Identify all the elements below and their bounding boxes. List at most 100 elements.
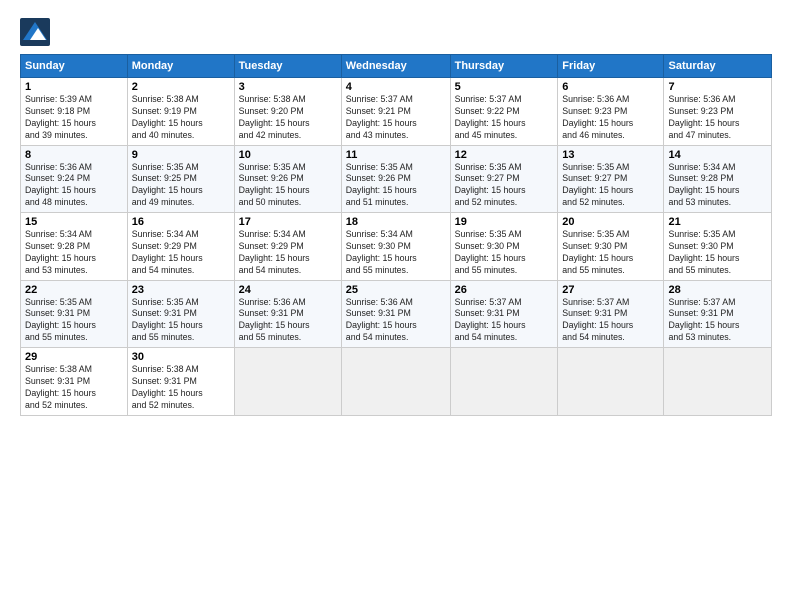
day-number: 19 bbox=[455, 216, 554, 228]
calendar-cell: 13Sunrise: 5:35 AMSunset: 9:27 PMDayligh… bbox=[558, 145, 664, 213]
day-number: 29 bbox=[25, 351, 123, 363]
logo-icon bbox=[20, 18, 50, 46]
day-number: 26 bbox=[455, 284, 554, 296]
day-number: 21 bbox=[668, 216, 767, 228]
day-number: 25 bbox=[346, 284, 446, 296]
calendar-week-row: 22Sunrise: 5:35 AMSunset: 9:31 PMDayligh… bbox=[21, 280, 772, 348]
day-number: 18 bbox=[346, 216, 446, 228]
calendar-cell: 7Sunrise: 5:36 AMSunset: 9:23 PMDaylight… bbox=[664, 78, 772, 146]
day-number: 9 bbox=[132, 149, 230, 161]
calendar-cell: 17Sunrise: 5:34 AMSunset: 9:29 PMDayligh… bbox=[234, 213, 341, 281]
day-number: 11 bbox=[346, 149, 446, 161]
calendar-cell: 12Sunrise: 5:35 AMSunset: 9:27 PMDayligh… bbox=[450, 145, 558, 213]
day-number: 12 bbox=[455, 149, 554, 161]
day-number: 2 bbox=[132, 81, 230, 93]
day-number: 20 bbox=[562, 216, 659, 228]
day-details: Sunrise: 5:38 AMSunset: 9:20 PMDaylight:… bbox=[239, 94, 337, 142]
day-details: Sunrise: 5:36 AMSunset: 9:31 PMDaylight:… bbox=[239, 297, 337, 345]
day-of-week-header: Monday bbox=[127, 55, 234, 78]
day-of-week-header: Sunday bbox=[21, 55, 128, 78]
calendar-cell: 14Sunrise: 5:34 AMSunset: 9:28 PMDayligh… bbox=[664, 145, 772, 213]
day-details: Sunrise: 5:37 AMSunset: 9:22 PMDaylight:… bbox=[455, 94, 554, 142]
calendar-cell: 1Sunrise: 5:39 AMSunset: 9:18 PMDaylight… bbox=[21, 78, 128, 146]
calendar-cell bbox=[341, 348, 450, 416]
day-details: Sunrise: 5:38 AMSunset: 9:31 PMDaylight:… bbox=[25, 364, 123, 412]
day-details: Sunrise: 5:37 AMSunset: 9:31 PMDaylight:… bbox=[455, 297, 554, 345]
day-details: Sunrise: 5:34 AMSunset: 9:28 PMDaylight:… bbox=[25, 229, 123, 277]
day-number: 15 bbox=[25, 216, 123, 228]
day-number: 1 bbox=[25, 81, 123, 93]
calendar-cell: 18Sunrise: 5:34 AMSunset: 9:30 PMDayligh… bbox=[341, 213, 450, 281]
day-details: Sunrise: 5:34 AMSunset: 9:28 PMDaylight:… bbox=[668, 162, 767, 210]
day-number: 17 bbox=[239, 216, 337, 228]
calendar-week-row: 29Sunrise: 5:38 AMSunset: 9:31 PMDayligh… bbox=[21, 348, 772, 416]
day-number: 5 bbox=[455, 81, 554, 93]
calendar-cell: 25Sunrise: 5:36 AMSunset: 9:31 PMDayligh… bbox=[341, 280, 450, 348]
calendar-table: SundayMondayTuesdayWednesdayThursdayFrid… bbox=[20, 54, 772, 416]
day-number: 6 bbox=[562, 81, 659, 93]
day-details: Sunrise: 5:35 AMSunset: 9:30 PMDaylight:… bbox=[668, 229, 767, 277]
calendar-cell: 24Sunrise: 5:36 AMSunset: 9:31 PMDayligh… bbox=[234, 280, 341, 348]
calendar-cell bbox=[664, 348, 772, 416]
day-number: 23 bbox=[132, 284, 230, 296]
calendar-cell: 21Sunrise: 5:35 AMSunset: 9:30 PMDayligh… bbox=[664, 213, 772, 281]
day-number: 8 bbox=[25, 149, 123, 161]
calendar-week-row: 15Sunrise: 5:34 AMSunset: 9:28 PMDayligh… bbox=[21, 213, 772, 281]
calendar-cell: 8Sunrise: 5:36 AMSunset: 9:24 PMDaylight… bbox=[21, 145, 128, 213]
calendar-cell: 11Sunrise: 5:35 AMSunset: 9:26 PMDayligh… bbox=[341, 145, 450, 213]
calendar-cell: 5Sunrise: 5:37 AMSunset: 9:22 PMDaylight… bbox=[450, 78, 558, 146]
header bbox=[20, 18, 772, 46]
calendar-cell: 10Sunrise: 5:35 AMSunset: 9:26 PMDayligh… bbox=[234, 145, 341, 213]
day-details: Sunrise: 5:36 AMSunset: 9:31 PMDaylight:… bbox=[346, 297, 446, 345]
day-details: Sunrise: 5:37 AMSunset: 9:31 PMDaylight:… bbox=[668, 297, 767, 345]
calendar-cell: 3Sunrise: 5:38 AMSunset: 9:20 PMDaylight… bbox=[234, 78, 341, 146]
day-details: Sunrise: 5:36 AMSunset: 9:23 PMDaylight:… bbox=[668, 94, 767, 142]
day-number: 28 bbox=[668, 284, 767, 296]
day-details: Sunrise: 5:36 AMSunset: 9:24 PMDaylight:… bbox=[25, 162, 123, 210]
day-details: Sunrise: 5:38 AMSunset: 9:31 PMDaylight:… bbox=[132, 364, 230, 412]
calendar-cell: 29Sunrise: 5:38 AMSunset: 9:31 PMDayligh… bbox=[21, 348, 128, 416]
day-details: Sunrise: 5:35 AMSunset: 9:31 PMDaylight:… bbox=[25, 297, 123, 345]
day-number: 7 bbox=[668, 81, 767, 93]
day-number: 27 bbox=[562, 284, 659, 296]
day-number: 30 bbox=[132, 351, 230, 363]
day-details: Sunrise: 5:34 AMSunset: 9:30 PMDaylight:… bbox=[346, 229, 446, 277]
calendar-cell bbox=[234, 348, 341, 416]
day-details: Sunrise: 5:38 AMSunset: 9:19 PMDaylight:… bbox=[132, 94, 230, 142]
day-number: 14 bbox=[668, 149, 767, 161]
day-details: Sunrise: 5:35 AMSunset: 9:31 PMDaylight:… bbox=[132, 297, 230, 345]
day-number: 16 bbox=[132, 216, 230, 228]
calendar-body: 1Sunrise: 5:39 AMSunset: 9:18 PMDaylight… bbox=[21, 78, 772, 416]
day-details: Sunrise: 5:37 AMSunset: 9:21 PMDaylight:… bbox=[346, 94, 446, 142]
day-details: Sunrise: 5:35 AMSunset: 9:27 PMDaylight:… bbox=[455, 162, 554, 210]
calendar-cell: 9Sunrise: 5:35 AMSunset: 9:25 PMDaylight… bbox=[127, 145, 234, 213]
calendar-week-row: 1Sunrise: 5:39 AMSunset: 9:18 PMDaylight… bbox=[21, 78, 772, 146]
day-number: 24 bbox=[239, 284, 337, 296]
calendar-cell: 15Sunrise: 5:34 AMSunset: 9:28 PMDayligh… bbox=[21, 213, 128, 281]
page: SundayMondayTuesdayWednesdayThursdayFrid… bbox=[0, 0, 792, 612]
day-of-week-header: Wednesday bbox=[341, 55, 450, 78]
day-of-week-header: Thursday bbox=[450, 55, 558, 78]
day-of-week-header: Friday bbox=[558, 55, 664, 78]
day-of-week-header: Tuesday bbox=[234, 55, 341, 78]
calendar-cell: 23Sunrise: 5:35 AMSunset: 9:31 PMDayligh… bbox=[127, 280, 234, 348]
calendar-cell: 26Sunrise: 5:37 AMSunset: 9:31 PMDayligh… bbox=[450, 280, 558, 348]
day-details: Sunrise: 5:34 AMSunset: 9:29 PMDaylight:… bbox=[239, 229, 337, 277]
day-details: Sunrise: 5:35 AMSunset: 9:30 PMDaylight:… bbox=[455, 229, 554, 277]
calendar-cell bbox=[450, 348, 558, 416]
calendar-cell: 2Sunrise: 5:38 AMSunset: 9:19 PMDaylight… bbox=[127, 78, 234, 146]
day-number: 3 bbox=[239, 81, 337, 93]
day-details: Sunrise: 5:39 AMSunset: 9:18 PMDaylight:… bbox=[25, 94, 123, 142]
day-details: Sunrise: 5:35 AMSunset: 9:27 PMDaylight:… bbox=[562, 162, 659, 210]
calendar-cell: 19Sunrise: 5:35 AMSunset: 9:30 PMDayligh… bbox=[450, 213, 558, 281]
day-details: Sunrise: 5:36 AMSunset: 9:23 PMDaylight:… bbox=[562, 94, 659, 142]
calendar-header-row: SundayMondayTuesdayWednesdayThursdayFrid… bbox=[21, 55, 772, 78]
calendar-cell: 16Sunrise: 5:34 AMSunset: 9:29 PMDayligh… bbox=[127, 213, 234, 281]
calendar-week-row: 8Sunrise: 5:36 AMSunset: 9:24 PMDaylight… bbox=[21, 145, 772, 213]
calendar-cell: 6Sunrise: 5:36 AMSunset: 9:23 PMDaylight… bbox=[558, 78, 664, 146]
day-number: 22 bbox=[25, 284, 123, 296]
logo bbox=[20, 18, 54, 46]
day-details: Sunrise: 5:34 AMSunset: 9:29 PMDaylight:… bbox=[132, 229, 230, 277]
calendar-cell: 20Sunrise: 5:35 AMSunset: 9:30 PMDayligh… bbox=[558, 213, 664, 281]
calendar-cell: 30Sunrise: 5:38 AMSunset: 9:31 PMDayligh… bbox=[127, 348, 234, 416]
